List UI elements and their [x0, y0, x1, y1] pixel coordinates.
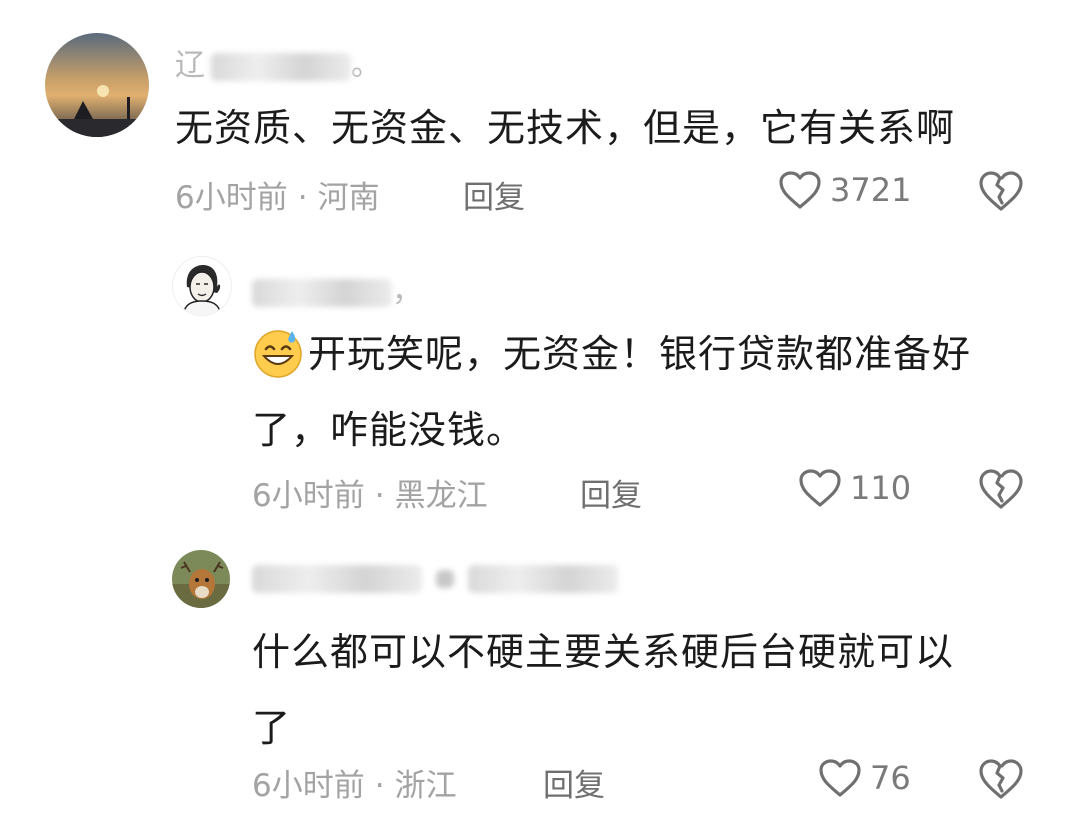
broken-heart-icon[interactable] [978, 468, 1024, 510]
like-button[interactable]: 110 [798, 468, 911, 508]
heart-outline-icon [819, 759, 861, 797]
broken-heart-icon[interactable] [978, 170, 1024, 212]
avatar[interactable] [172, 256, 232, 316]
username-blur [252, 278, 392, 307]
comment-line: 了，咋能没钱。 [252, 408, 526, 452]
comment-text: 无资质、无资金、无技术，但是，它有关系啊 [175, 90, 955, 166]
comment-line: 了 [252, 706, 292, 750]
reply-button[interactable]: 回复 [543, 760, 605, 805]
location: 黑龙江 [394, 478, 488, 514]
timestamp: 6小时前 [252, 478, 365, 514]
grinning-sweat-emoji [254, 329, 302, 378]
location: 河南 [317, 180, 380, 216]
comment-text: 开玩笑呢，无资金！银行贷款都准备好 了，咋能没钱。 [252, 316, 1052, 468]
username[interactable] [252, 560, 618, 595]
reply-button[interactable]: 回复 [580, 470, 642, 515]
username-blur [211, 52, 351, 81]
comment-meta: 6小时前 · 黑龙江 [252, 470, 488, 515]
like-button[interactable]: 3721 [778, 170, 911, 210]
separator: · [374, 478, 385, 514]
reply-button[interactable]: 回复 [463, 172, 525, 217]
username-blur [468, 564, 618, 593]
username-suffix: ， [392, 274, 422, 309]
like-count: 110 [850, 469, 912, 507]
username[interactable]: ， [252, 266, 422, 310]
comment-text-line1: 开玩笑呢，无资金！银行贷款都准备好 [308, 332, 972, 376]
avatar[interactable] [172, 550, 230, 608]
username[interactable]: 辽。 [175, 40, 381, 84]
like-count: 3721 [830, 171, 912, 209]
like-count: 76 [870, 759, 911, 797]
comment-line: 什么都可以不硬主要关系硬后台硬就可以 [252, 630, 955, 674]
broken-heart-icon[interactable] [978, 758, 1024, 800]
username-blur [436, 569, 454, 588]
comment-line: 无资质、无资金、无技术，但是，它有关系啊 [175, 106, 956, 150]
username-text: 辽 [175, 48, 205, 83]
like-button[interactable]: 76 [818, 758, 911, 798]
heart-outline-icon [799, 469, 841, 507]
heart-outline-icon [779, 171, 821, 209]
comment-meta: 6小时前 · 浙江 [252, 760, 457, 805]
timestamp: 6小时前 [252, 768, 365, 804]
username-suffix: 。 [351, 48, 381, 83]
comment-line: 开玩笑呢，无资金！银行贷款都准备好 [252, 316, 1052, 392]
separator: · [297, 180, 308, 216]
username-blur [252, 564, 422, 593]
comment-meta: 6小时前 · 河南 [175, 172, 380, 217]
separator: · [374, 768, 385, 804]
timestamp: 6小时前 [175, 180, 288, 216]
location: 浙江 [394, 768, 457, 804]
avatar[interactable] [45, 33, 149, 137]
comment-text: 什么都可以不硬主要关系硬后台硬就可以 了 [252, 614, 1052, 766]
